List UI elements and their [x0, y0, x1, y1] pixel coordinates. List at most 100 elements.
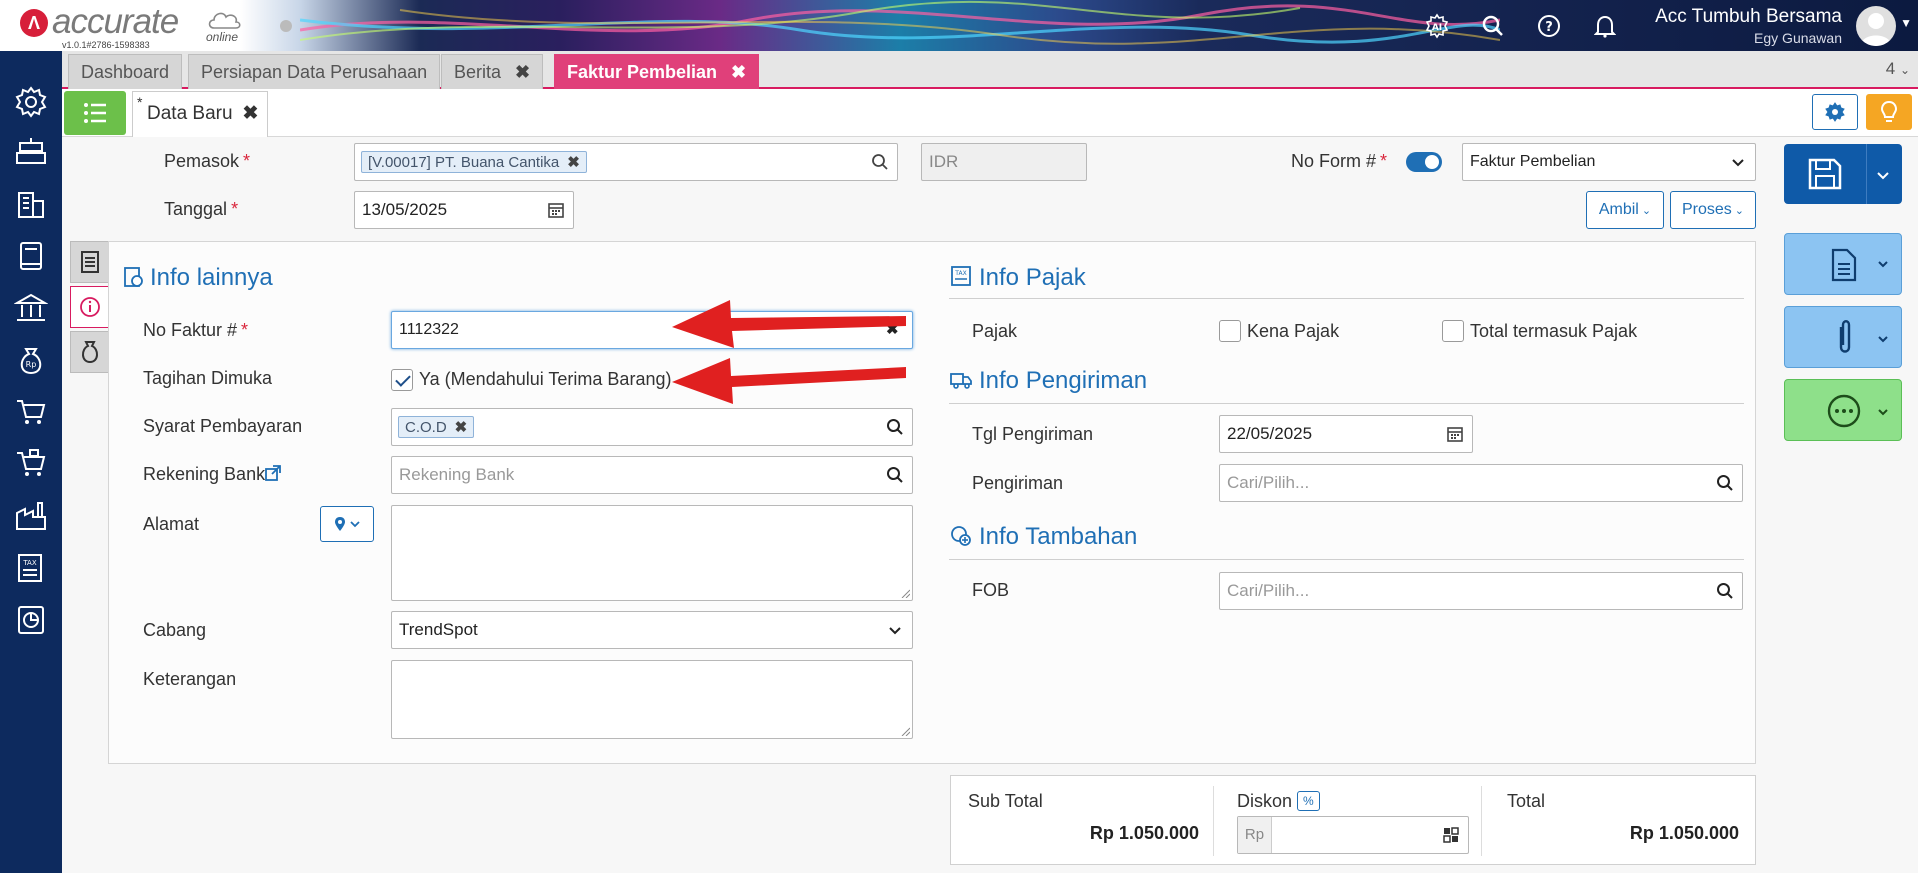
form-type-select[interactable]: Faktur Pembelian [1462, 143, 1756, 181]
building-icon[interactable] [14, 187, 48, 221]
resize-grip-icon[interactable] [900, 726, 910, 736]
report-chart-icon[interactable] [14, 603, 48, 637]
book-icon[interactable] [14, 239, 48, 273]
ai-icon[interactable]: AI [1420, 12, 1454, 40]
list-view-button[interactable] [64, 91, 126, 135]
cabang-select[interactable]: TrendSpot [391, 611, 913, 649]
diskon-prefix: Rp [1238, 817, 1272, 853]
save-button[interactable] [1784, 144, 1902, 204]
tab-berita[interactable]: Berita ✖ [441, 54, 544, 89]
chevron-down-icon[interactable]: ▼ [1900, 16, 1912, 30]
doc-tab-data-baru[interactable]: * Data Baru ✖ [132, 91, 268, 137]
tagihan-dimuka-checkbox[interactable] [391, 369, 413, 391]
pemasok-chip[interactable]: [V.00017] PT. Buana Cantika ✖ [361, 151, 587, 173]
info-icon [80, 297, 100, 317]
settings-button[interactable] [1812, 94, 1858, 130]
alamat-location-button[interactable] [320, 506, 374, 542]
kena-pajak-label[interactable]: Kena Pajak [1247, 321, 1339, 342]
print-document-button[interactable] [1784, 233, 1902, 295]
syarat-chip[interactable]: C.O.D ✖ [398, 416, 475, 438]
company-info[interactable]: Acc Tumbuh Bersama Egy Gunawan [1655, 6, 1842, 46]
resize-grip-icon[interactable] [900, 588, 910, 598]
search-icon[interactable] [871, 153, 889, 171]
factory-icon[interactable] [14, 499, 48, 533]
calendar-icon[interactable] [1446, 425, 1464, 443]
tgl-pengiriman-date-field[interactable]: 22/05/2025 [1219, 415, 1473, 453]
paperclip-icon [1839, 320, 1888, 353]
diskon-percent-toggle[interactable]: % [1297, 791, 1320, 811]
svg-text:Rp: Rp [26, 360, 37, 369]
syarat-pembayaran-field[interactable]: C.O.D ✖ [391, 408, 913, 446]
no-form-toggle[interactable] [1406, 152, 1442, 172]
total-termasuk-pajak-checkbox[interactable] [1442, 320, 1464, 342]
divider [1213, 786, 1214, 856]
side-tab-detail[interactable] [70, 241, 110, 283]
tips-button[interactable] [1866, 94, 1912, 130]
company-name: Acc Tumbuh Bersama [1655, 6, 1842, 27]
no-form-label: No Form # * [1291, 151, 1388, 171]
close-icon[interactable]: ✖ [243, 103, 259, 124]
search-icon[interactable] [886, 418, 904, 436]
inventory-icon[interactable] [14, 135, 48, 169]
close-icon[interactable]: ✖ [567, 154, 580, 171]
tab-persiapan-data-perusahaan[interactable]: Persiapan Data Perusahaan [188, 54, 441, 89]
help-icon[interactable]: ? [1532, 12, 1566, 40]
total-termasuk-pajak-label[interactable]: Total termasuk Pajak [1470, 321, 1637, 342]
cart-icon[interactable] [14, 395, 48, 429]
rekening-bank-field[interactable]: Rekening Bank [391, 456, 913, 494]
chevron-down-icon[interactable] [1874, 166, 1892, 184]
attachment-button[interactable] [1784, 306, 1902, 368]
tgl-pengiriman-value: 22/05/2025 [1227, 424, 1313, 443]
tab-dashboard[interactable]: Dashboard [68, 54, 183, 89]
save-split-divider [1866, 144, 1867, 204]
close-icon[interactable]: ✖ [731, 62, 746, 82]
gear-icon[interactable] [14, 85, 48, 119]
search-icon[interactable] [1476, 12, 1510, 40]
close-icon[interactable]: ✖ [455, 419, 468, 436]
diskon-amount-field[interactable]: Rp [1237, 816, 1469, 854]
avatar[interactable] [1856, 6, 1896, 46]
search-icon[interactable] [886, 466, 904, 484]
tab-count-dropdown[interactable]: 4 ⌄ [1886, 59, 1910, 79]
ambil-button[interactable]: Ambil ⌄ [1586, 191, 1664, 229]
gear-icon [1825, 102, 1845, 122]
pemasok-label: Pemasok * [164, 151, 251, 171]
keterangan-textarea[interactable] [391, 660, 913, 739]
accurate-logo-mark-icon: Λ [20, 9, 48, 37]
pengiriman-field[interactable]: Cari/Pilih... [1219, 464, 1743, 502]
search-icon[interactable] [1716, 474, 1734, 492]
tab-faktur-pembelian[interactable]: Faktur Pembelian ✖ [554, 54, 760, 89]
tanggal-date-field[interactable]: 13/05/2025 [354, 191, 574, 229]
bank-icon[interactable] [14, 291, 48, 325]
pemasok-field[interactable]: [V.00017] PT. Buana Cantika ✖ [354, 143, 898, 181]
close-icon[interactable]: ✖ [515, 62, 530, 82]
calendar-icon[interactable] [547, 201, 565, 219]
tab-count-value: 4 [1885, 59, 1896, 78]
fob-placeholder: Cari/Pilih... [1227, 581, 1310, 600]
external-link-icon[interactable] [264, 464, 282, 482]
pengiriman-label: Pengiriman [972, 473, 1064, 493]
tax-report-icon[interactable]: TAX [14, 551, 48, 585]
more-actions-button[interactable] [1784, 379, 1902, 441]
calculator-icon[interactable] [1442, 826, 1460, 844]
divider [1481, 786, 1482, 856]
bell-icon[interactable] [1588, 12, 1622, 40]
proses-button[interactable]: Proses ⌄ [1670, 191, 1756, 229]
fob-field[interactable]: Cari/Pilih... [1219, 572, 1743, 610]
side-tab-cost[interactable] [70, 331, 110, 373]
accurate-logo[interactable]: Λ accurate online v1.0.1#2786-1598383 [6, 2, 246, 50]
top-header: Λ accurate online v1.0.1#2786-1598383 AI… [0, 0, 1918, 51]
header-wave-decoration [300, 0, 1500, 45]
unsaved-marker: * [137, 94, 143, 110]
alamat-textarea[interactable] [391, 505, 913, 601]
syarat-chip-text: C.O.D [405, 419, 447, 436]
search-icon[interactable] [1716, 582, 1734, 600]
syarat-pembayaran-label: Syarat Pembayaran [143, 416, 303, 436]
version-text: v1.0.1#2786-1598383 [62, 40, 150, 50]
purchase-cart-icon[interactable] [14, 447, 48, 481]
kena-pajak-checkbox[interactable] [1219, 320, 1241, 342]
money-bag-icon[interactable]: Rp [14, 343, 48, 377]
currency-value: IDR [929, 152, 959, 171]
side-tab-info[interactable] [70, 286, 110, 328]
tagihan-dimuka-checkbox-label[interactable]: Ya (Mendahului Terima Barang) [419, 369, 671, 390]
